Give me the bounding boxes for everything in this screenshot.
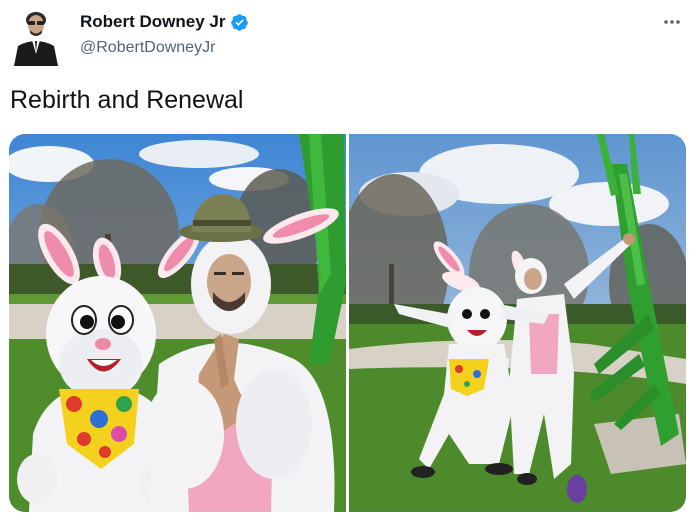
photo-2[interactable] (349, 134, 686, 512)
author-handle[interactable]: @RobertDowneyJr (80, 39, 215, 57)
photo-1[interactable] (9, 134, 346, 512)
verified-badge-icon (230, 13, 249, 32)
more-options-button[interactable] (660, 10, 684, 34)
easter-bunnies-photo-right (349, 134, 686, 512)
tweet-card: Robert Downey Jr @RobertDowneyJr Rebirth… (0, 0, 700, 521)
tweet-text: Rebirth and Renewal (10, 86, 244, 114)
avatar[interactable] (12, 6, 64, 66)
media-grid (9, 134, 686, 512)
more-horizontal-icon (664, 20, 680, 24)
author-display-name[interactable]: Robert Downey Jr (80, 12, 225, 32)
easter-bunnies-photo-left (9, 134, 346, 512)
author-name-row[interactable]: Robert Downey Jr (80, 12, 249, 32)
